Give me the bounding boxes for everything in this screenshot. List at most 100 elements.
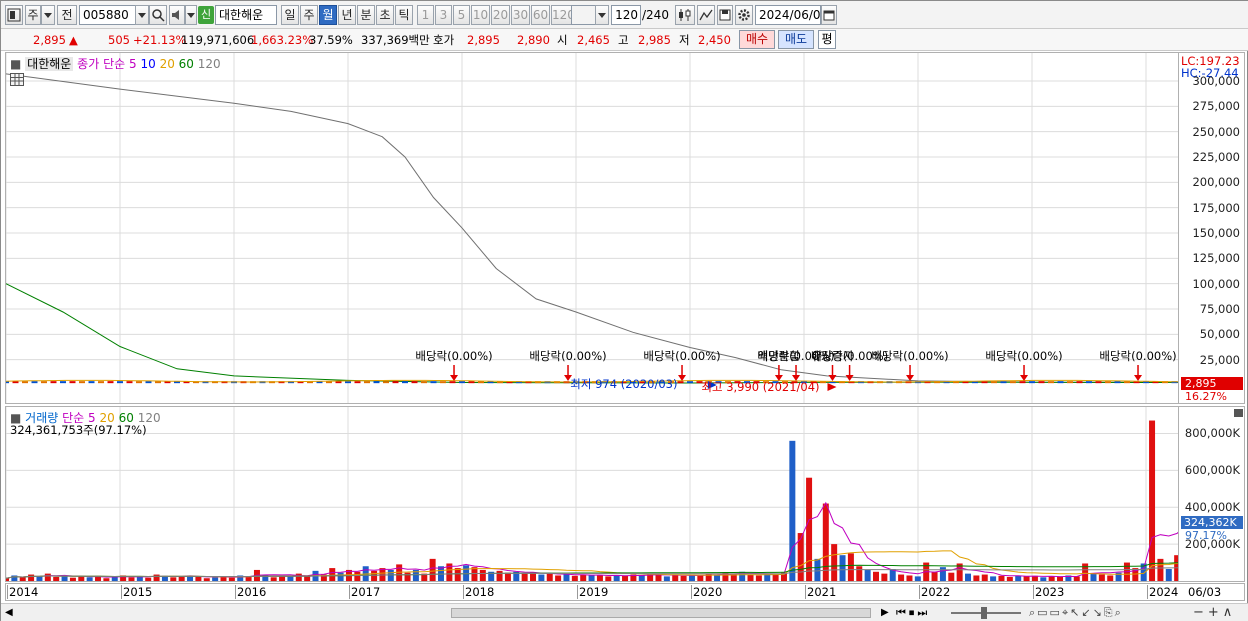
- zoom-buttons-icon[interactable]: −+∧: [1193, 605, 1236, 620]
- volume-bar: [588, 575, 595, 581]
- volume-bar: [948, 572, 955, 581]
- volume-bar: [1107, 575, 1114, 581]
- minute-option-5[interactable]: 30: [511, 5, 530, 25]
- count-total: /240: [642, 8, 669, 22]
- stock-name-field[interactable]: 대한해운: [215, 5, 277, 25]
- draw-tool-icon[interactable]: [697, 5, 715, 25]
- volume-tick-label: 600,000K: [1184, 463, 1240, 478]
- volume-bar: [697, 575, 704, 581]
- volume-bar: [471, 567, 478, 581]
- price-candle: [31, 381, 38, 384]
- volume-bar: [655, 574, 662, 581]
- speaker-dropdown-button[interactable]: [185, 5, 197, 25]
- type-selector[interactable]: 주: [25, 5, 41, 25]
- volume-bar: [270, 577, 277, 581]
- volume-bar: [580, 574, 587, 581]
- ma-line-60: [6, 283, 1178, 384]
- volume-bar: [86, 577, 93, 581]
- current-price-marker: 2,895: [1181, 377, 1243, 390]
- price-candle: [402, 381, 408, 384]
- volume-bar: [898, 574, 905, 581]
- search-icon[interactable]: [149, 5, 167, 25]
- minute-option-0[interactable]: 1: [417, 5, 434, 25]
- x-axis-year-label: 2024: [1147, 585, 1179, 599]
- buy-button[interactable]: 매수: [739, 30, 775, 49]
- chart-tools-icons[interactable]: ⌕▭▭⌖↖↙↘⎘⌕: [1029, 606, 1123, 620]
- price-candle: [677, 381, 684, 384]
- period-tab-4[interactable]: 분: [357, 5, 375, 25]
- minute-option-2[interactable]: 5: [453, 5, 470, 25]
- volume-bar: [998, 575, 1005, 581]
- volume-bar: [69, 577, 76, 581]
- volume-bar: [622, 575, 629, 581]
- volume-bar: [981, 574, 988, 581]
- period-tab-6[interactable]: 틱: [395, 5, 413, 25]
- volume-y-axis: 800,000K 600,000K 400,000K 200,000K 324,362…: [1179, 406, 1245, 582]
- calendar-icon[interactable]: [821, 5, 837, 25]
- dividend-event-marker: 배당락(0.00%): [415, 349, 493, 381]
- price-pane[interactable]: 배당락(0.00%) 배당락(0.00%) 배당락(0.00%) 액면분할 배당락(0.…: [5, 52, 1179, 404]
- eval-button[interactable]: 평: [818, 30, 836, 49]
- minute-dropdown-button[interactable]: [595, 5, 609, 25]
- volume-bar: [287, 576, 294, 581]
- scroll-right-icon[interactable]: ▶: [881, 607, 889, 618]
- sell-button[interactable]: 매도: [778, 30, 814, 49]
- bid-price: 2,890: [517, 33, 550, 47]
- minute-option-1[interactable]: 3: [435, 5, 452, 25]
- scroll-thumb[interactable]: [451, 608, 871, 618]
- minute-option-7[interactable]: 120: [551, 5, 575, 25]
- x-axis-year-label: 2023: [1033, 585, 1065, 599]
- period-tab-0[interactable]: 일: [281, 5, 299, 25]
- scroll-left-icon[interactable]: ◀: [5, 607, 13, 618]
- playback-controls-icon[interactable]: ⏮⏹⏭: [896, 606, 930, 620]
- stock-code-input[interactable]: 005880: [79, 5, 137, 25]
- minute-option-6[interactable]: 60: [531, 5, 550, 25]
- price-tick-label: 200,000: [1192, 175, 1240, 190]
- volume-bar: [170, 577, 177, 581]
- dividend-event-marker: 배당락(0.00%): [871, 349, 949, 381]
- volume-bar: [1057, 576, 1064, 581]
- date-input[interactable]: 2024/06/03: [755, 5, 828, 25]
- grid-table-icon[interactable]: [10, 73, 24, 86]
- price-chart-svg: 배당락(0.00%) 배당락(0.00%) 배당락(0.00%) 액면분할배당락(0.…: [6, 53, 1178, 403]
- period-tab-2[interactable]: 월: [319, 5, 337, 25]
- zoom-slider-handle[interactable]: [981, 607, 987, 619]
- volume-bar: [404, 572, 411, 581]
- gear-icon[interactable]: [735, 5, 753, 25]
- price-candle: [991, 381, 997, 384]
- pane-close-icon[interactable]: [1234, 409, 1243, 417]
- code-dropdown-button[interactable]: [135, 5, 149, 25]
- volume-bar: [839, 555, 846, 581]
- prev-button[interactable]: 전: [57, 5, 77, 25]
- period-tab-5[interactable]: 초: [376, 5, 394, 25]
- event-label: 배당락(0.00%): [871, 349, 948, 363]
- period-tab-3[interactable]: 년: [338, 5, 356, 25]
- speaker-icon[interactable]: [169, 5, 185, 25]
- open-label: 시: [557, 33, 568, 47]
- volume-bar: [44, 573, 51, 581]
- candle-type-icon[interactable]: [675, 5, 695, 25]
- price-candle: [345, 381, 351, 384]
- count-input[interactable]: 120: [611, 5, 641, 25]
- price-candle: [373, 381, 380, 384]
- layout-icon[interactable]: [5, 5, 23, 25]
- volume-bar: [145, 577, 152, 581]
- minute-option-3[interactable]: 10: [471, 5, 490, 25]
- volume-bar: [772, 574, 779, 581]
- price-candle: [1038, 381, 1045, 384]
- minute-option-4[interactable]: 20: [491, 5, 510, 25]
- volume-bar: [546, 573, 553, 581]
- type-dropdown-button[interactable]: [41, 5, 55, 25]
- volume-bar: [354, 571, 361, 581]
- price-candle: [440, 381, 446, 384]
- current-price-pct: 16.27%: [1185, 390, 1227, 403]
- volume-bar: [680, 575, 687, 581]
- volume-pane[interactable]: ■ 거래량 단순 5 20 60 120 324,361,753주(97.17%…: [5, 406, 1179, 582]
- volume-bar: [596, 575, 603, 581]
- event-label: 배당락(0.00%): [529, 349, 606, 363]
- volume-chart-svg: [6, 407, 1178, 581]
- save-icon[interactable]: [717, 5, 733, 25]
- volume-bar: [212, 577, 219, 581]
- volume-bar: [990, 576, 997, 581]
- period-tab-1[interactable]: 주: [300, 5, 318, 25]
